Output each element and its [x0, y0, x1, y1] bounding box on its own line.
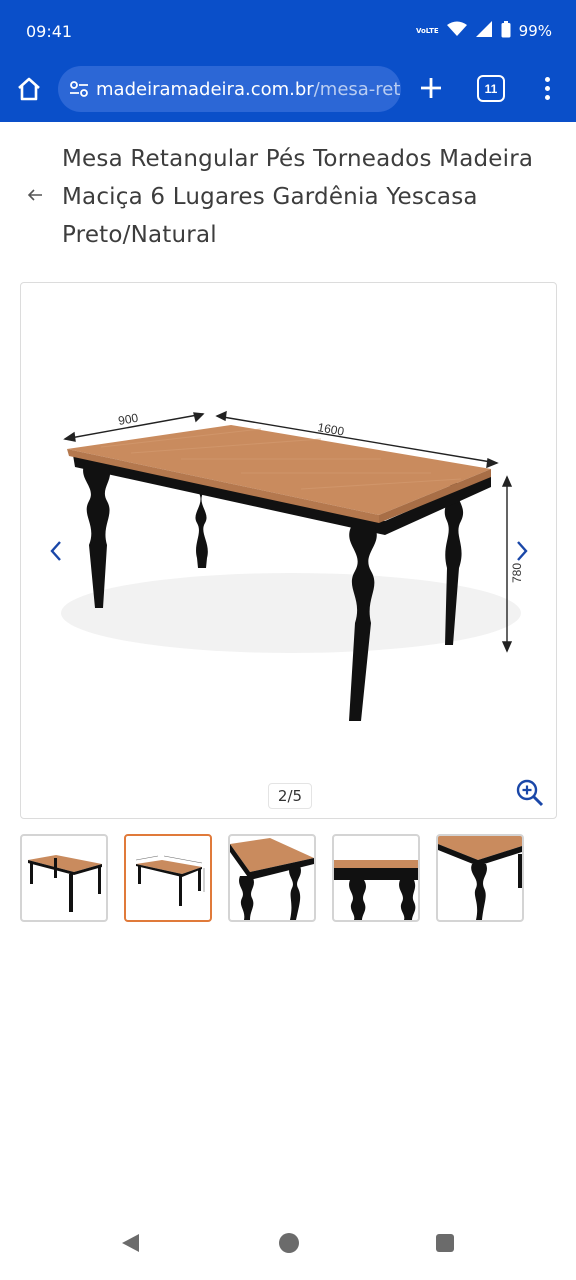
home-icon — [18, 77, 40, 101]
zoom-in-icon — [516, 779, 544, 807]
signal-icon — [475, 20, 493, 42]
dimension-length-label: 1600 — [316, 420, 345, 438]
system-navigation-bar — [0, 1200, 576, 1280]
tab-switcher-button[interactable]: 11 — [477, 75, 505, 102]
battery-level: 99% — [518, 22, 552, 40]
plus-icon — [421, 78, 441, 98]
site-settings-icon[interactable] — [68, 78, 90, 100]
zoom-button[interactable] — [515, 778, 545, 808]
product-title: Mesa Retangular Pés Torneados Madeira Ma… — [62, 146, 534, 248]
product-image-gallery[interactable]: 900 1600 780 2/5 — [20, 282, 557, 819]
new-tab-button[interactable] — [416, 73, 446, 103]
battery-icon — [501, 20, 511, 42]
wifi-icon — [446, 21, 467, 41]
thumbnail-5[interactable] — [436, 834, 524, 922]
back-button[interactable] — [24, 184, 46, 206]
thumbnail-2[interactable] — [124, 834, 212, 922]
thumbnail-image — [334, 860, 418, 920]
browser-toolbar: madeiramadeira.com.br/mesa-ret 11 — [0, 62, 576, 122]
chevron-right-icon — [517, 541, 528, 561]
url-domain: madeiramadeira.com.br — [96, 78, 314, 100]
thumbnail-image — [28, 855, 102, 912]
product-image[interactable]: 900 1600 780 — [21, 283, 557, 819]
thumbnail-strip — [20, 834, 524, 922]
thumbnail-4[interactable] — [332, 834, 420, 922]
nav-recents-button[interactable] — [436, 1234, 454, 1252]
thumbnail-image — [230, 838, 314, 920]
overflow-menu-button[interactable] — [535, 73, 559, 103]
dimension-width-label: 900 — [117, 411, 139, 428]
url-bar[interactable]: madeiramadeira.com.br/mesa-ret — [58, 66, 401, 112]
image-counter: 2/5 — [268, 783, 312, 809]
arrow-left-icon — [27, 189, 42, 201]
thumbnail-3[interactable] — [228, 834, 316, 922]
status-icons: VoLTE 99% — [416, 20, 552, 42]
status-time: 09:41 — [26, 22, 73, 41]
more-vert-icon — [544, 76, 550, 82]
thumbnail-image — [135, 855, 205, 906]
volte-indicator: VoLTE — [415, 26, 439, 35]
nav-home-button[interactable] — [279, 1233, 299, 1253]
thumbnail-1[interactable] — [20, 834, 108, 922]
url-path: /mesa-ret — [313, 78, 401, 100]
status-bar: 09:41 VoLTE 99% — [0, 0, 576, 62]
home-button[interactable] — [14, 74, 44, 104]
chevron-left-icon — [50, 541, 61, 561]
url-text[interactable]: madeiramadeira.com.br/mesa-ret — [96, 79, 400, 100]
triangle-back-icon — [122, 1234, 139, 1252]
previous-image-button[interactable] — [41, 531, 71, 571]
next-image-button[interactable] — [507, 531, 537, 571]
nav-back-button[interactable] — [120, 1232, 142, 1254]
thumbnail-image — [438, 836, 522, 920]
